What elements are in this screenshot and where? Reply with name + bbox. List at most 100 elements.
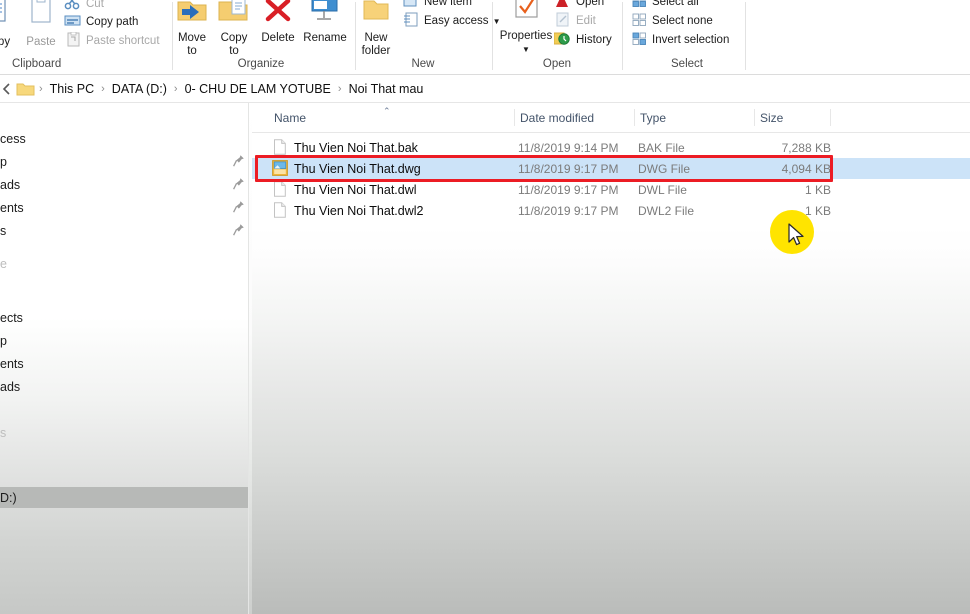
column-header-row: Name Date modified Type Size ⌃	[252, 103, 970, 133]
generic-file-icon	[272, 181, 288, 197]
nav-item-label: ents	[0, 200, 24, 215]
file-name-cell: Thu Vien Noi That.bak	[294, 140, 418, 155]
file-name-cell: Thu Vien Noi That.dwl	[294, 182, 417, 197]
file-name-cell: Thu Vien Noi That.dwg	[294, 161, 421, 176]
properties-checkmark-icon	[497, 0, 555, 30]
nav-item-label: cess	[0, 131, 26, 146]
file-list-pane: Name Date modified Type Size ⌃ Thu Vien …	[252, 103, 970, 614]
history-button[interactable]: History	[553, 30, 612, 50]
file-type-cell: BAK File	[638, 140, 685, 155]
ribbon-toolbar: py Paste Cut Copy path Paste shortcut Cl…	[0, 0, 970, 75]
copy-path-button[interactable]: Copy path	[64, 12, 138, 32]
select-none-button[interactable]: Select none	[632, 11, 713, 31]
new-folder-label-2: folder	[361, 45, 391, 57]
pin-icon[interactable]	[232, 154, 245, 173]
generic-file-icon	[272, 202, 288, 218]
file-explorer-window: py Paste Cut Copy path Paste shortcut Cl…	[0, 0, 970, 614]
table-row[interactable]: Thu Vien Noi That.dwg 11/8/2019 9:17 PM DW…	[252, 158, 970, 179]
file-size-cell: 1 KB	[804, 182, 831, 197]
breadcrumb-item-noi-that-mau[interactable]: Noi That mau	[346, 81, 427, 97]
back-arrow-icon[interactable]	[0, 82, 14, 95]
properties-caret-icon: ▼	[522, 45, 530, 54]
file-size-cell: 7,288 KB	[781, 140, 831, 155]
edit-button[interactable]: Edit	[554, 11, 596, 31]
nav-item-1[interactable]: p	[0, 151, 7, 172]
breadcrumb-separator-0[interactable]: ›	[35, 83, 47, 95]
nav-item-0[interactable]: cess	[0, 128, 26, 149]
ribbon-group-label-new: New	[411, 58, 435, 70]
invert-selection-label: Invert selection	[652, 34, 730, 46]
nav-item-3[interactable]: ents	[0, 197, 24, 218]
paste-label: Paste	[26, 36, 56, 48]
address-bar[interactable]: › This PC › DATA (D:) › 0- CHU DE LAM YO…	[0, 75, 970, 103]
properties-button[interactable]: Properties ▼	[497, 0, 555, 56]
nav-item-5[interactable]: e	[0, 253, 7, 274]
open-label: Open	[576, 0, 605, 8]
select-none-icon	[632, 13, 647, 29]
nav-item-label: D:)	[0, 490, 17, 505]
nav-item-4[interactable]: s	[0, 220, 6, 241]
column-separator-1[interactable]	[514, 109, 515, 126]
nav-item-10[interactable]: s	[0, 422, 6, 443]
nav-item-7[interactable]: p	[0, 330, 7, 351]
breadcrumb-separator-3[interactable]: ›	[334, 83, 346, 95]
nav-item-6[interactable]: ects	[0, 307, 23, 328]
nav-item-2[interactable]: ads	[0, 174, 20, 195]
sort-ascending-caret-icon: ⌃	[383, 106, 391, 116]
breadcrumb-item-this-pc[interactable]: This PC	[47, 81, 97, 97]
nav-item-label: p	[0, 333, 7, 348]
rename-icon	[297, 0, 353, 32]
rename-button[interactable]: Rename	[297, 0, 353, 45]
cut-label: Cut	[86, 0, 104, 10]
ribbon-divider-5	[745, 2, 746, 70]
new-folder-icon	[350, 0, 402, 32]
paste-shortcut-button[interactable]: Paste shortcut	[64, 31, 160, 51]
breadcrumb-folder-icon[interactable]	[16, 81, 35, 97]
column-separator-2[interactable]	[634, 109, 635, 126]
copy-to-label-2: to	[229, 45, 239, 57]
breadcrumb-separator-1[interactable]: ›	[97, 83, 109, 95]
column-header-type[interactable]: Type	[640, 103, 666, 132]
table-row[interactable]: Thu Vien Noi That.dwl 11/8/2019 9:17 PM DW…	[252, 179, 970, 200]
pin-icon[interactable]	[232, 177, 245, 196]
column-separator-3[interactable]	[754, 109, 755, 126]
new-item-icon	[402, 0, 419, 11]
select-none-label: Select none	[652, 15, 713, 27]
breadcrumb-item-data-d[interactable]: DATA (D:)	[109, 81, 170, 97]
paste-button[interactable]: Paste	[15, 0, 67, 49]
edit-label: Edit	[576, 15, 596, 27]
new-folder-button[interactable]: New folder	[350, 0, 402, 58]
nav-item-label: ects	[0, 310, 23, 325]
edit-icon	[554, 12, 571, 30]
new-item-label: New item	[424, 0, 472, 8]
copy-path-label: Copy path	[86, 16, 139, 28]
column-separator-4[interactable]	[830, 109, 831, 126]
rename-label: Rename	[303, 32, 347, 44]
ribbon-divider-3	[492, 2, 493, 70]
column-header-name[interactable]: Name	[274, 103, 306, 132]
breadcrumb-item-chu-de-lam-yotube[interactable]: 0- CHU DE LAM YOTUBE	[182, 81, 334, 97]
easy-access-button[interactable]: Easy access ▼	[402, 11, 500, 31]
pin-icon[interactable]	[232, 223, 245, 242]
easy-access-icon	[402, 12, 419, 30]
nav-item-label: s	[0, 223, 7, 238]
history-icon	[553, 31, 571, 49]
nav-item-8[interactable]: ents	[0, 353, 24, 374]
pin-icon[interactable]	[232, 200, 245, 219]
nav-item-9[interactable]: ads	[0, 376, 20, 397]
nav-item-label: s	[0, 425, 7, 440]
nav-item-label: ads	[0, 177, 21, 192]
invert-selection-button[interactable]: Invert selection	[632, 30, 729, 50]
ribbon-group-label-organize: Organize	[237, 58, 285, 70]
column-header-size[interactable]: Size	[760, 103, 783, 132]
table-row[interactable]: Thu Vien Noi That.dwl2 11/8/2019 9:17 PM D…	[252, 200, 970, 221]
nav-item-11[interactable]: D:)	[0, 487, 249, 508]
table-row[interactable]: Thu Vien Noi That.bak 11/8/2019 9:14 PM BA…	[252, 137, 970, 158]
paste-shortcut-icon	[64, 31, 81, 50]
column-header-date-modified[interactable]: Date modified	[520, 103, 594, 132]
ribbon-group-label-clipboard: Clipboard	[12, 58, 62, 70]
file-size-cell: 1 KB	[804, 203, 831, 218]
dwg-file-icon	[272, 160, 288, 176]
file-type-cell: DWL File	[638, 182, 687, 197]
breadcrumb-separator-2[interactable]: ›	[170, 83, 182, 95]
